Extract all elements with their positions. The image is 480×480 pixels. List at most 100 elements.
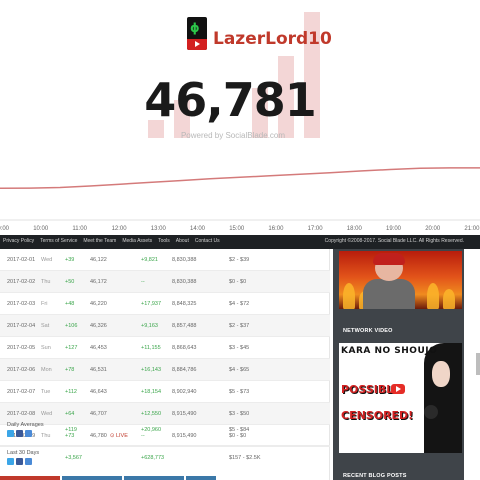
twitter-icon[interactable] <box>7 458 14 465</box>
character-hair <box>424 343 462 453</box>
row-subs-change: +106 <box>65 323 78 329</box>
person-bandana <box>373 253 405 265</box>
nav-link-media-assets[interactable]: Media Assets <box>122 238 152 244</box>
nav-link-tools[interactable]: Tools <box>158 238 170 244</box>
character-face <box>432 361 450 387</box>
row-views-total: 8,857,488 <box>172 323 197 329</box>
row-day: Sat <box>41 323 50 329</box>
row-views-change: +12,550 <box>141 411 162 417</box>
row-day: Wed <box>41 411 53 417</box>
row-views-total: 8,848,325 <box>172 301 197 307</box>
table-row: 2017-02-03 Fri +48 46,220 +17,937 8,848,… <box>0 293 330 315</box>
daily-avg-earnings: $5 - $84 <box>229 427 250 433</box>
daily-avg-views: +20,960 <box>141 427 162 433</box>
bottom-tab[interactable] <box>186 476 216 480</box>
bottom-tab[interactable] <box>0 476 60 480</box>
row-views-change: +9,163 <box>141 323 158 329</box>
x-tick-label: 21:00 <box>464 226 480 232</box>
row-subs-change: +78 <box>65 367 75 373</box>
row-date: 2017-02-01 <box>7 257 36 263</box>
bottom-tab[interactable] <box>124 476 184 480</box>
channel-name[interactable]: LazerLord10 <box>213 29 332 49</box>
footer-navbar: Privacy Policy Terms of Service Meet the… <box>0 235 480 249</box>
x-tick-label: 14:00 <box>190 226 206 232</box>
right-sidebar: NETWORK VIDEO KARA NO SHOUJO POSSIBLY CE… <box>331 249 480 480</box>
x-tick-label: 16:00 <box>268 226 284 232</box>
row-earnings: $3 - $45 <box>229 345 250 351</box>
last-30-subs: +3,567 <box>65 455 82 461</box>
row-views-change: +16,143 <box>141 367 162 373</box>
channel-avatar[interactable]: ɸ <box>187 17 207 50</box>
nav-link-about[interactable]: About <box>176 238 189 244</box>
featured-video-thumbnail[interactable] <box>339 251 462 309</box>
row-views-total: 8,830,388 <box>172 279 197 285</box>
powered-by-link[interactable]: Powered by SocialBlade.com <box>0 131 466 140</box>
twitter-icon[interactable] <box>7 430 14 437</box>
share-icons <box>7 430 32 437</box>
nav-link-privacy[interactable]: Privacy Policy <box>3 238 34 244</box>
last-30-earnings: $157 - $2.5K <box>229 455 261 461</box>
row-subs-change: +39 <box>65 257 75 263</box>
row-subs-change: +112 <box>65 389 77 395</box>
row-day: Mon <box>41 367 52 373</box>
x-tick-label: 19:00 <box>386 226 402 232</box>
nav-link-team[interactable]: Meet the Team <box>83 238 116 244</box>
row-subs-total: 46,172 <box>90 279 107 285</box>
row-views-change: +18,154 <box>141 389 162 395</box>
live-count-section: ɸ LazerLord10 46,781 Powered by SocialBl… <box>0 0 480 235</box>
table-row: 2017-02-04 Sat +106 46,326 +9,163 8,857,… <box>0 315 330 337</box>
row-earnings: $4 - $65 <box>229 367 250 373</box>
recent-blog-posts-header: RECENT BLOG POSTS <box>343 473 407 479</box>
row-subs-total: 46,122 <box>90 257 107 263</box>
youtube-play-icon[interactable] <box>391 384 405 394</box>
live-subscriber-count: 46,781 <box>144 73 317 127</box>
daily-averages-summary: Daily Averages +119 +20,960 $5 - $84 <box>0 420 330 446</box>
x-tick-label: 12:00 <box>112 226 128 232</box>
table-row: 2017-02-02 Thu +50 46,172 -- 8,830,388 $… <box>0 271 330 293</box>
x-tick-label: 11:00 <box>72 226 87 232</box>
google-plus-icon[interactable] <box>25 430 32 437</box>
row-views-total: 8,868,643 <box>172 345 197 351</box>
nav-links: Privacy Policy Terms of Service Meet the… <box>3 238 220 244</box>
row-views-total: 8,884,786 <box>172 367 197 373</box>
row-earnings: $4 - $72 <box>229 301 250 307</box>
row-views-change: -- <box>141 279 145 285</box>
row-date: 2017-02-03 <box>7 301 36 307</box>
table-row: 2017-02-05 Sun +127 46,453 +11,155 8,868… <box>0 337 330 359</box>
google-plus-icon[interactable] <box>25 458 32 465</box>
row-day: Fri <box>41 301 48 307</box>
row-subs-total: 46,531 <box>90 367 107 373</box>
row-views-change: +9,821 <box>141 257 158 263</box>
row-date: 2017-02-04 <box>7 323 36 329</box>
table-row: 2017-02-01 Wed +39 46,122 +9,821 8,830,3… <box>0 249 330 271</box>
bottom-tab[interactable] <box>62 476 122 480</box>
person-figure <box>363 279 415 309</box>
row-subs-total: 46,220 <box>90 301 107 307</box>
network-video-thumbnail[interactable]: KARA NO SHOUJO POSSIBLY CENSORED! <box>339 343 462 453</box>
row-day: Thu <box>41 279 51 285</box>
row-earnings: $3 - $50 <box>229 411 250 417</box>
nav-link-contact[interactable]: Contact Us <box>195 238 220 244</box>
share-icons <box>7 458 32 465</box>
row-date: 2017-02-05 <box>7 345 36 351</box>
x-tick-label: 15:00 <box>229 226 245 232</box>
flame-decoration <box>427 283 439 309</box>
row-earnings: $5 - $73 <box>229 389 250 395</box>
x-tick-label: 10:00 <box>0 226 10 232</box>
row-subs-total: 46,643 <box>90 389 107 395</box>
facebook-icon[interactable] <box>16 458 23 465</box>
row-day: Wed <box>41 257 53 263</box>
x-tick-label: 17:00 <box>308 226 324 232</box>
last-30-days-title: Last 30 Days <box>7 450 40 456</box>
copyright-text: Copyright ©2008-2017. Social Blade LLC. … <box>324 238 464 244</box>
series-line <box>0 167 480 190</box>
row-views-total: 8,902,940 <box>172 389 197 395</box>
scrollbar-thumb[interactable] <box>476 353 480 375</box>
facebook-icon[interactable] <box>16 430 23 437</box>
row-date: 2017-02-07 <box>7 389 36 395</box>
nav-link-terms[interactable]: Terms of Service <box>40 238 77 244</box>
row-views-total: 8,830,388 <box>172 257 197 263</box>
row-earnings: $2 - $39 <box>229 257 250 263</box>
last-30-days-summary: Last 30 Days +3,567 +628,773 $157 - $2.5… <box>0 448 330 474</box>
x-tick-label: 10:00 <box>33 226 49 232</box>
